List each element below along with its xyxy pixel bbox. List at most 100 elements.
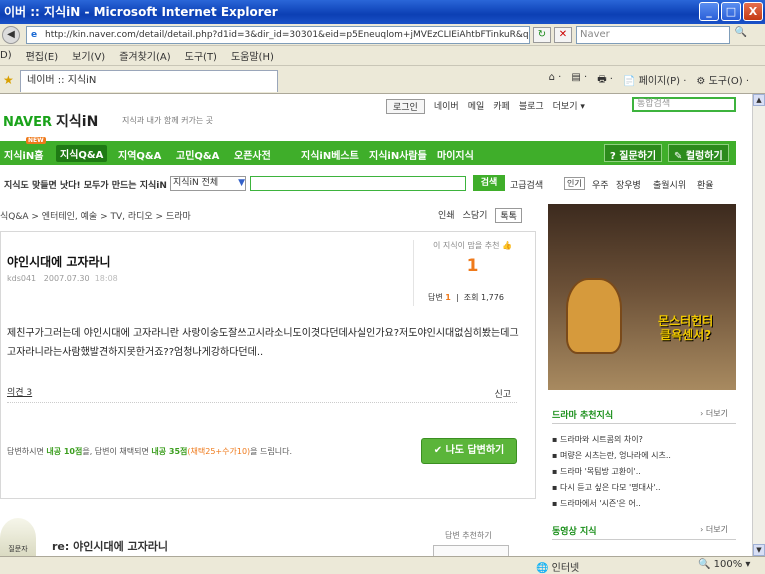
nav-worry-qa[interactable]: 고민Q&A: [176, 147, 219, 162]
home-icon[interactable]: ⌂ ·: [549, 72, 562, 89]
top-links: 로그인 네이버 메일 카페 블로그 더보기 ▾: [386, 99, 585, 114]
search-icon[interactable]: 🔍: [734, 27, 748, 43]
banner-ad[interactable]: 몬스터헌터 클욕센서?: [548, 204, 736, 390]
ad-text: 몬스터헌터 클욕센서?: [658, 314, 714, 342]
minimize-button[interactable]: _: [699, 2, 719, 21]
talk-button[interactable]: 톡톡: [495, 208, 522, 223]
logo-text: NAVER: [3, 115, 53, 130]
nav-kin-people[interactable]: 지식iN사람들: [369, 147, 427, 162]
nav-kin-home[interactable]: 지식iN홈: [4, 147, 43, 162]
list-item[interactable]: ▪ 며량은 시츠는란, 엉나라에 시츠..: [552, 448, 736, 464]
opinion-link[interactable]: 의견 3: [7, 388, 32, 398]
print-link[interactable]: 인쇄: [438, 208, 455, 223]
tagline: 지식도 맞들면 낫다! 모두가 만드는 지식iN: [4, 181, 167, 191]
nav-kin-best[interactable]: 지식iN베스트: [301, 147, 359, 162]
more-link[interactable]: › 더보기: [700, 408, 728, 419]
zoom-level[interactable]: 🔍 100% ▾: [698, 559, 750, 570]
kin-search-input[interactable]: [250, 176, 466, 191]
recommend-panel: 이 지식이 맘을 추천 👍 1 답변 1 | 조회 1,776: [413, 240, 531, 306]
points-text: 답변하시면: [7, 447, 47, 456]
scrap-link[interactable]: 스담기: [463, 208, 488, 223]
menu-item-file[interactable]: D): [0, 50, 12, 61]
back-icon[interactable]: ◀: [2, 25, 20, 44]
search-scope-select[interactable]: 지식iN 전체 ▼: [170, 176, 246, 191]
thumbs-up-icon[interactable]: 👍: [502, 241, 512, 250]
feeds-icon[interactable]: ▤ ·: [571, 72, 587, 89]
nav-local-qa[interactable]: 지역Q&A: [118, 147, 161, 162]
hot-label: 인기: [564, 177, 585, 190]
question-meta: kds041 2007.07.30 18:08: [7, 274, 118, 283]
list-item[interactable]: ▪ 드라마 '목팀방 고환이'..: [552, 464, 736, 480]
question-date: 2007.07.30: [43, 274, 90, 283]
questioner-badge: 질문자: [0, 518, 36, 556]
recommend-label: 이 지식이 맘을 추천: [432, 241, 500, 250]
refresh-icon[interactable]: ↻: [533, 27, 551, 43]
scroll-up-icon[interactable]: ▲: [753, 94, 765, 106]
hot-keyword[interactable]: 환율: [697, 178, 714, 191]
hot-keyword[interactable]: 출월시위: [653, 178, 686, 191]
zoom-value: 100%: [713, 559, 743, 570]
menu-item-view[interactable]: 보기(V): [72, 48, 105, 63]
menu-item-edit[interactable]: 편집(E): [26, 48, 59, 63]
question-author[interactable]: kds041: [7, 274, 36, 283]
logo-service: 지식iN: [56, 114, 99, 130]
nav-open-dict[interactable]: 오픈사전: [234, 147, 271, 162]
nav-my-kin[interactable]: 마이지식: [437, 147, 474, 162]
print-icon[interactable]: 🖶 ·: [597, 72, 613, 89]
list-item[interactable]: ▪ 드라마와 시트콤의 차이?: [552, 432, 736, 448]
menu-item-tools[interactable]: 도구(T): [185, 48, 217, 63]
address-field[interactable]: http://kin.naver.com/detail/detail.php?d…: [26, 26, 530, 44]
answer-label: 답변: [428, 293, 443, 302]
menu-item-help[interactable]: 도움말(H): [231, 48, 274, 63]
hot-keyword[interactable]: 우주: [592, 178, 609, 191]
view-count: 1,776: [481, 293, 504, 302]
link-cafe[interactable]: 카페: [493, 99, 510, 114]
browser-tab[interactable]: 네이버 :: 지식iN: [20, 70, 278, 92]
close-button[interactable]: X: [743, 2, 763, 21]
question-box: 야인시대에 고자라니 kds041 2007.07.30 18:08 이 지식이…: [0, 231, 536, 499]
advanced-search-link[interactable]: 고급검색: [510, 178, 543, 191]
ask-button[interactable]: ? 질문하기: [604, 144, 663, 162]
tools-menu[interactable]: ⚙ 도구(O) ·: [696, 72, 749, 89]
nav-kin-qa[interactable]: 지식Q&A: [56, 145, 108, 162]
report-link[interactable]: 신고: [494, 387, 511, 400]
page-menu[interactable]: 📄 페이지(P) ·: [623, 72, 686, 89]
list-item[interactable]: ▪ 드라마에서 '시즌'은 어..: [552, 496, 736, 512]
favorites-star-icon[interactable]: ★: [3, 73, 14, 87]
hot-keyword[interactable]: 장우병: [616, 178, 641, 191]
search-scope-value: 지식iN 전체: [173, 178, 219, 188]
login-button[interactable]: 로그인: [386, 99, 425, 114]
more-link[interactable]: › 더보기: [700, 524, 728, 535]
slogan: 지식과 내가 함께 커가는 곳: [122, 116, 214, 125]
new-badge: NEW: [26, 137, 46, 144]
list-item[interactable]: ▪ 다시 듣고 싶은 다모 '명대사'..: [552, 480, 736, 496]
answer-recommend-button[interactable]: [433, 545, 509, 556]
vertical-scrollbar[interactable]: ▲ ▼: [752, 94, 765, 556]
answer-button[interactable]: ✔ 나도 답변하기: [421, 438, 517, 464]
integrated-search-input[interactable]: 통합검색: [632, 97, 736, 112]
scroll-down-icon[interactable]: ▼: [753, 544, 765, 556]
status-bar: 🌐 인터넷 🔍 100% ▾: [0, 556, 765, 574]
question-body: 제친구가그러는데 야인시대에 고자라니란 사랑이숭도잘쓰고시라소니도이겻다던데사…: [7, 328, 519, 358]
collection-button[interactable]: ✎ 컬렁하기: [668, 144, 729, 162]
security-zone: 🌐 인터넷: [536, 563, 580, 574]
naver-logo[interactable]: NAVER 지식iN: [3, 111, 98, 131]
maximize-button[interactable]: □: [721, 2, 741, 21]
answer-recommend-label: 답변 추천하기: [445, 531, 492, 540]
kin-search-button[interactable]: 검색: [473, 175, 505, 191]
link-more[interactable]: 더보기 ▾: [553, 99, 585, 114]
stop-icon[interactable]: ✕: [554, 27, 572, 43]
menu-item-favorites[interactable]: 즐겨찾기(A): [119, 48, 170, 63]
answer-header: 질문자 re: 야인시대에 고자라니 답변 추천하기: [0, 518, 536, 556]
recommend-count: 1: [466, 256, 479, 276]
drama-recommend-title: 드라마 추천지식: [552, 411, 614, 421]
question-time: 18:08: [94, 274, 118, 283]
link-naver[interactable]: 네이버: [434, 99, 459, 114]
browser-search-input[interactable]: Naver: [576, 26, 730, 44]
link-blog[interactable]: 블로그: [519, 99, 544, 114]
link-mail[interactable]: 메일: [468, 99, 485, 114]
command-bar: ⌂ · ▤ · 🖶 · 📄 페이지(P) · ⚙ 도구(O) ·: [549, 72, 749, 89]
points-text: 을 드립니다.: [250, 447, 293, 456]
question-stats: 답변 1 | 조회 1,776: [428, 293, 504, 302]
breadcrumb[interactable]: 식Q&A > 엔터테인, 예술 > TV, 라디오 > 드라마: [0, 209, 191, 222]
